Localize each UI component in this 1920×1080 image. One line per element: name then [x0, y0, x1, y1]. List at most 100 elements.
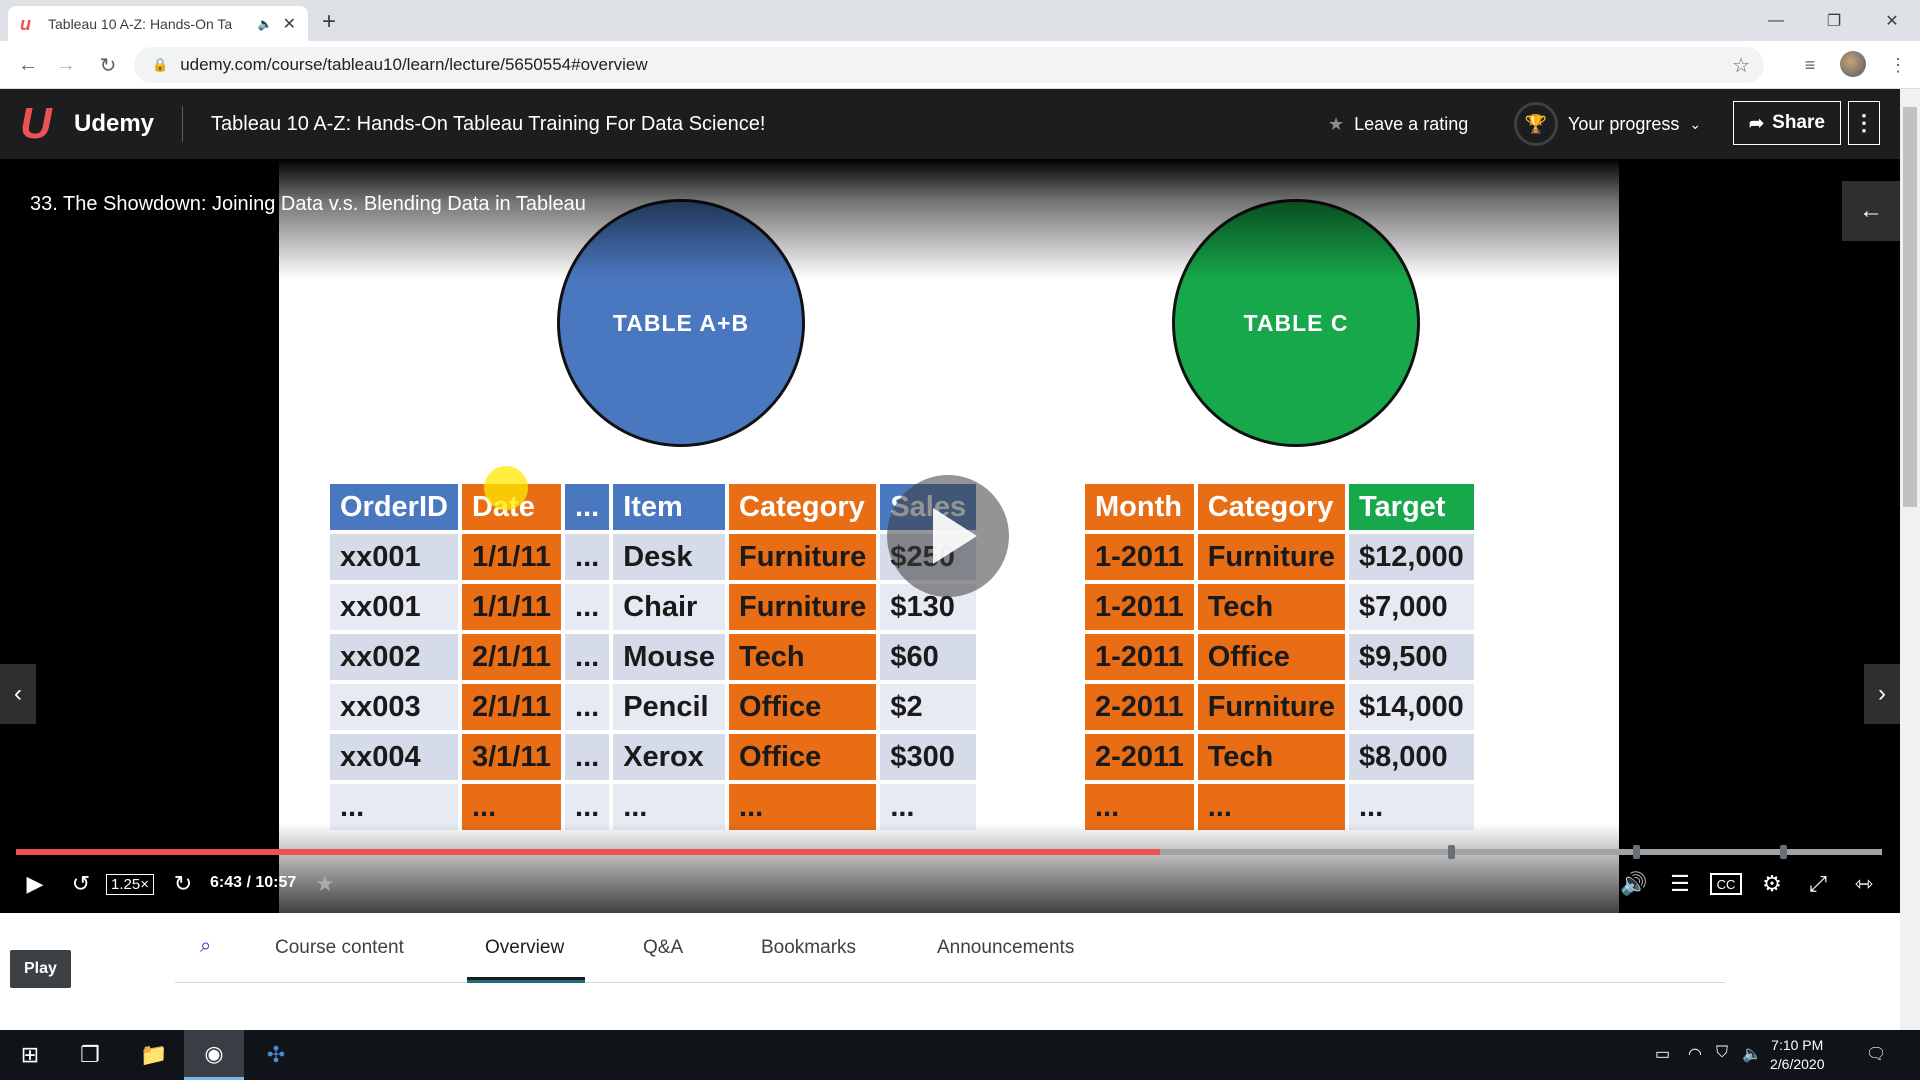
table-cell: 1/1/11 [461, 584, 562, 630]
close-tab-icon[interactable]: ✕ [283, 14, 296, 34]
add-bookmark-icon[interactable]: ★ [310, 868, 340, 900]
tab-course-content[interactable]: Course content [275, 937, 404, 959]
your-progress-button[interactable]: 🏆 Your progress ⌄ [1514, 102, 1701, 146]
bookmark-marker[interactable] [1633, 845, 1640, 859]
transcript-icon[interactable]: ☰ [1664, 868, 1696, 900]
table-cell: ... [565, 684, 610, 730]
tab-overview[interactable]: Overview [485, 937, 564, 959]
new-tab-icon[interactable]: + [322, 8, 336, 36]
table-cell: Chair [613, 584, 726, 630]
udemy-logo[interactable]: U Udemy [20, 102, 154, 146]
active-tab-indicator [467, 977, 585, 983]
fullscreen-icon[interactable]: ⤢ [1802, 868, 1834, 900]
reload-icon[interactable]: ↻ [94, 51, 122, 79]
table-cell: xx002 [330, 634, 458, 680]
taskbar-clock[interactable]: 7:10 PM 2/6/2020 [1770, 1036, 1825, 1074]
search-icon[interactable]: ⌕ [200, 935, 224, 959]
playback-speed-button[interactable]: 1.25× [106, 874, 154, 895]
big-play-icon[interactable] [887, 475, 1009, 597]
browser-tab[interactable]: u Tableau 10 A-Z: Hands-On Ta 🔈 ✕ [8, 6, 308, 41]
table-cell: xx001 [330, 534, 458, 580]
security-shield-icon[interactable]: ⛉ [1716, 1044, 1728, 1062]
captions-icon[interactable]: CC [1710, 873, 1742, 895]
video-progress-bar[interactable] [16, 845, 1882, 859]
bookmark-star-icon[interactable]: ☆ [1732, 53, 1750, 78]
close-window-icon[interactable]: ✕ [1864, 0, 1920, 41]
table-cell: Furniture [729, 534, 877, 580]
speaker-icon[interactable]: 🔈 [258, 17, 273, 31]
collapse-sidebar-icon[interactable]: ← [1842, 181, 1900, 241]
time-display: 6:43 / 10:57 [210, 874, 297, 891]
table-cell: 1-2011 [1085, 534, 1194, 580]
table-cell: Pencil [613, 684, 726, 730]
udemy-header: U Udemy Tableau 10 A-Z: Hands-On Tableau… [0, 89, 1900, 159]
table-row: 1-2011 Furniture $12,000 [1085, 534, 1474, 580]
tab-bookmarks[interactable]: Bookmarks [761, 937, 856, 959]
file-explorer-icon[interactable]: 📁 [124, 1030, 184, 1080]
browser-tab-strip: u Tableau 10 A-Z: Hands-On Ta 🔈 ✕ + — ❐ … [0, 0, 1920, 41]
udemy-brand-text: Udemy [74, 110, 155, 137]
profile-avatar[interactable] [1840, 51, 1866, 77]
table-cell: $300 [880, 734, 977, 780]
chrome-icon[interactable]: ◉ [184, 1030, 244, 1080]
table-cell: Tech [1197, 584, 1345, 630]
address-bar[interactable]: 🔒 udemy.com/course/tableau10/learn/lectu… [134, 47, 1764, 83]
bookmark-marker[interactable] [1780, 845, 1787, 859]
battery-icon[interactable]: ▭ [1655, 1044, 1670, 1064]
previous-lecture-icon[interactable]: ‹ [0, 664, 36, 724]
minimize-icon[interactable]: — [1748, 0, 1804, 41]
page-scrollbar[interactable] [1900, 89, 1920, 1030]
table-cell: Office [729, 734, 877, 780]
forward-icon[interactable]: → [52, 51, 80, 79]
share-button[interactable]: ➦ Share [1733, 101, 1841, 145]
maximize-icon[interactable]: ❐ [1806, 0, 1862, 41]
table-cell: ... [565, 734, 610, 780]
wifi-icon[interactable]: ◠ [1688, 1044, 1702, 1064]
play-icon[interactable]: ▶ [20, 868, 50, 900]
scrollbar-thumb[interactable] [1903, 107, 1917, 507]
windows-taskbar: ⊞ ❐ 📁 ◉ ✣ ▭ ◠ ⛉ 🔈 7:10 PM 2/6/2020 🗨 [0, 1030, 1920, 1080]
next-lecture-icon[interactable]: › [1864, 664, 1900, 724]
table-cell: 1-2011 [1085, 584, 1194, 630]
trophy-icon: 🏆 [1514, 102, 1558, 146]
table-cell: ... [565, 634, 610, 680]
media-control-icon[interactable]: ≡ [1798, 53, 1822, 77]
header-cell: Category [729, 484, 877, 530]
cursor-highlight [484, 466, 528, 510]
back-icon[interactable]: ← [14, 51, 42, 79]
table-row: xx003 2/1/11... Pencil Office $2 [330, 684, 977, 730]
table-cell: $2 [880, 684, 977, 730]
task-view-icon[interactable]: ❐ [60, 1030, 120, 1080]
table-cell: 1-2011 [1085, 634, 1194, 680]
bookmark-marker[interactable] [1448, 845, 1455, 859]
browser-toolbar: ← → ↻ 🔒 udemy.com/course/tableau10/learn… [0, 41, 1920, 89]
settings-gear-icon[interactable]: ⚙ [1756, 868, 1788, 900]
header-cell: ... [565, 484, 610, 530]
windows-start-icon[interactable]: ⊞ [0, 1030, 60, 1080]
table-cell: 2/1/11 [461, 684, 562, 730]
table-cell: xx003 [330, 684, 458, 730]
tableau-icon[interactable]: ✣ [246, 1030, 306, 1080]
rewind-icon[interactable]: ↺ [66, 868, 96, 900]
course-title[interactable]: Tableau 10 A-Z: Hands-On Tableau Trainin… [211, 113, 765, 136]
speaker-tray-icon[interactable]: 🔈 [1742, 1044, 1762, 1064]
table-header-row: OrderID Date ... Item Category Sales [330, 484, 977, 530]
table-cell: Xerox [613, 734, 726, 780]
notifications-icon[interactable]: 🗨 [1866, 1044, 1886, 1064]
forward-icon[interactable]: ↻ [168, 868, 198, 900]
expand-view-icon[interactable]: ⇿ [1848, 868, 1880, 900]
table-row: xx001 1/1/11... Chair Furniture $130 [330, 584, 977, 630]
table-row: xx0011/1/11...DeskFurniture$250 [330, 534, 977, 580]
share-icon: ➦ [1749, 112, 1765, 133]
tab-qa[interactable]: Q&A [643, 937, 683, 959]
more-options-button[interactable]: ⋮ [1848, 101, 1880, 145]
tab-announcements[interactable]: Announcements [937, 937, 1074, 959]
volume-icon[interactable]: 🔊 [1618, 868, 1650, 900]
header-divider [182, 106, 184, 142]
table-cell: 2/1/11 [461, 634, 562, 680]
table-cell: Furniture [729, 584, 877, 630]
lock-icon[interactable]: 🔒 [152, 57, 168, 73]
video-player[interactable]: TABLE A+B TABLE C OrderID Date ... Item … [0, 159, 1900, 988]
leave-rating-button[interactable]: ★ Leave a rating [1328, 114, 1468, 135]
chrome-menu-icon[interactable]: ⋮ [1886, 53, 1910, 77]
